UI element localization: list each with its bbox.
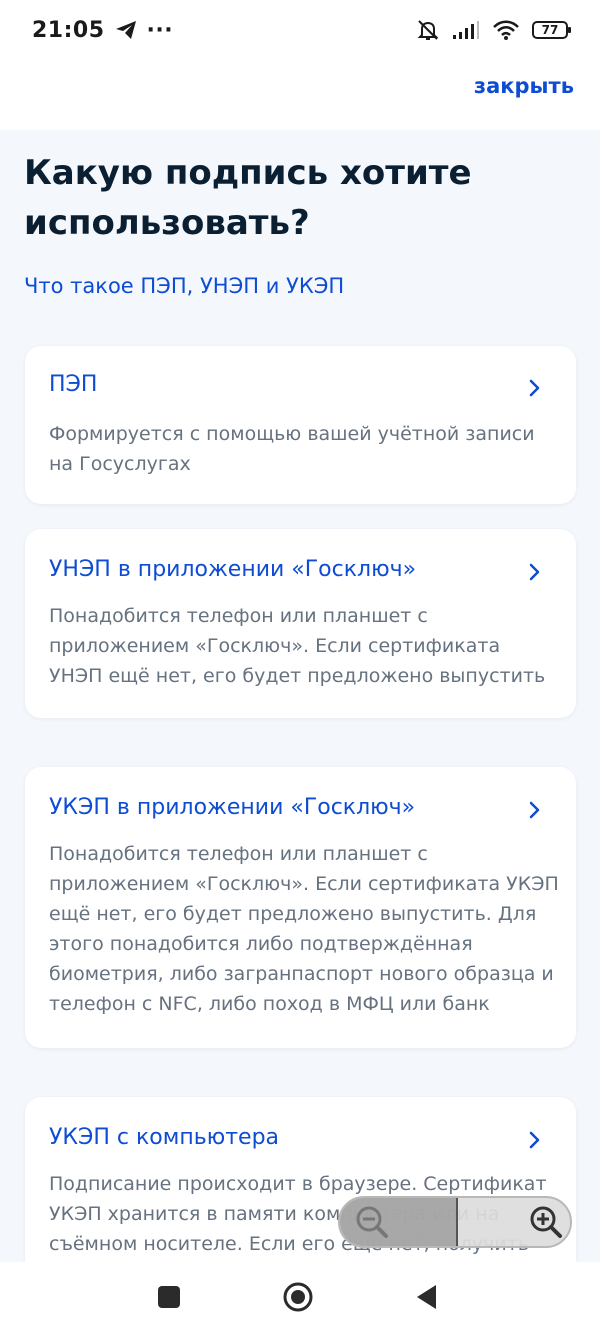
page-title: Какую подпись хотите использовать? bbox=[24, 153, 472, 243]
circle-icon[interactable] bbox=[282, 1281, 314, 1313]
status-time: 21:05 bbox=[32, 17, 105, 43]
card-description: Понадобится телефон или планшет с прилож… bbox=[49, 843, 559, 1015]
wifi-icon bbox=[493, 20, 519, 40]
card-description: Формируется с помощью вашей учётной запи… bbox=[49, 423, 535, 475]
card-title: ПЭП bbox=[49, 372, 98, 397]
zoom-divider bbox=[456, 1198, 458, 1246]
close-button[interactable]: закрыть bbox=[474, 74, 574, 98]
chevron-right-icon bbox=[529, 563, 540, 581]
chevron-right-icon bbox=[529, 379, 540, 397]
signature-option-pep[interactable]: ПЭП Формируется с помощью вашей учётной … bbox=[25, 346, 576, 504]
navigation-bar bbox=[0, 1262, 600, 1332]
signal-icon bbox=[453, 21, 479, 39]
info-link[interactable]: Что такое ПЭП, УНЭП и УКЭП bbox=[24, 274, 344, 298]
battery-indicator: 77 bbox=[532, 21, 571, 39]
status-right: 77 bbox=[416, 18, 571, 42]
card-title: УКЭП в приложении «Госключ» bbox=[49, 795, 416, 820]
telegram-icon bbox=[115, 21, 136, 39]
battery-level: 77 bbox=[541, 23, 559, 37]
card-title: УКЭП с компьютера bbox=[49, 1125, 280, 1150]
chevron-right-icon bbox=[529, 801, 540, 819]
card-description: Понадобится телефон или планшет с прилож… bbox=[49, 605, 546, 687]
muted-bell-icon bbox=[417, 20, 439, 40]
zoom-control bbox=[338, 1196, 572, 1248]
card-title: УНЭП в приложении «Госключ» bbox=[49, 557, 417, 582]
signature-option-unep-goskey[interactable]: УНЭП в приложении «Госключ» Понадобится … bbox=[25, 529, 576, 718]
zoom-out-icon[interactable] bbox=[354, 1204, 390, 1240]
back-triangle-icon[interactable] bbox=[414, 1283, 440, 1311]
status-left: 21:05 ··· bbox=[32, 18, 173, 43]
top-bar: закрыть bbox=[0, 60, 600, 130]
chevron-right-icon bbox=[529, 1131, 540, 1149]
signature-option-ukep-goskey[interactable]: УКЭП в приложении «Госключ» Понадобится … bbox=[25, 767, 576, 1048]
status-bar: 21:05 ··· 77 bbox=[0, 0, 600, 60]
status-more: ··· bbox=[146, 17, 174, 43]
zoom-in-icon[interactable] bbox=[528, 1204, 564, 1240]
square-icon[interactable] bbox=[156, 1284, 182, 1310]
